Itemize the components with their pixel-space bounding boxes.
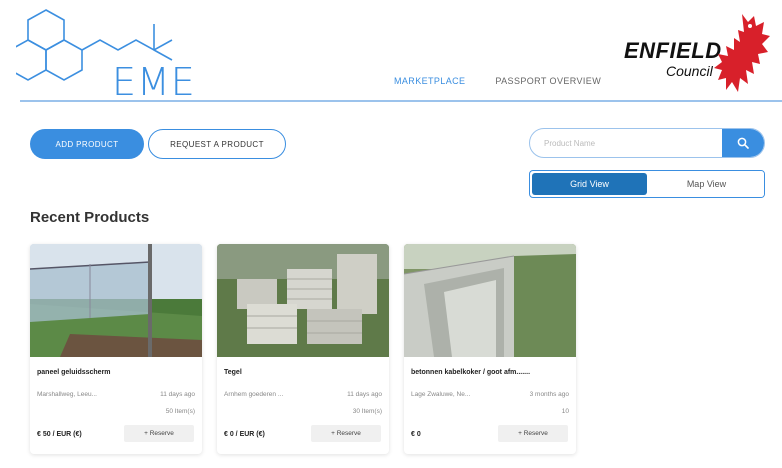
main-nav: MARKETPLACE PASSPORT OVERVIEW [394,76,601,86]
product-title[interactable]: Tegel [224,369,242,376]
product-time: 11 days ago [347,391,382,398]
logo-text: EME [112,60,196,104]
eme-logo[interactable]: EME [9,8,195,104]
product-image [404,244,576,357]
product-price: € 50 / EUR (€) [37,431,82,438]
product-location: Marshallweg, Leeu... [37,391,97,398]
nav-marketplace[interactable]: MARKETPLACE [394,76,465,86]
header: EME MARKETPLACE PASSPORT OVERVIEW ENFIEL… [0,0,782,104]
grid-view-button[interactable]: Grid View [532,173,647,195]
product-search [529,128,765,158]
product-title[interactable]: betonnen kabelkoker / goot afm....... [411,369,530,376]
reserve-button[interactable]: + Reserve [498,425,568,442]
product-items: 30 Item(s) [352,408,382,415]
enfield-council-logo: ENFIELD Council [624,10,774,98]
product-items: 10 [561,408,569,415]
council-sub: Council [666,63,713,79]
reserve-button[interactable]: + Reserve [311,425,381,442]
add-product-button[interactable]: ADD PRODUCT [30,129,144,159]
product-image [217,244,389,357]
product-price: € 0 / EUR (€) [224,431,265,438]
dragon-emblem-icon [714,14,770,92]
nav-passport-overview[interactable]: PASSPORT OVERVIEW [495,76,601,86]
search-icon [737,137,749,149]
request-product-button[interactable]: REQUEST A PRODUCT [148,129,286,159]
view-toggle: Grid View Map View [529,170,765,198]
search-button[interactable] [722,129,764,157]
product-time: 3 months ago [529,391,569,398]
section-title: Recent Products [30,209,150,226]
product-title[interactable]: paneel geluidsscherm [37,369,111,376]
product-location: Lage Zwaluwe, Ne... [411,391,471,398]
search-input[interactable] [530,129,724,157]
reserve-button[interactable]: + Reserve [124,425,194,442]
header-divider [20,100,782,102]
product-card[interactable]: Tegel Arnhem goederen ... 11 days ago 30… [217,244,389,454]
product-location: Arnhem goederen ... [224,391,284,398]
product-price: € 0 [411,431,421,438]
map-view-button[interactable]: Map View [649,171,764,197]
product-card[interactable]: betonnen kabelkoker / goot afm....... La… [404,244,576,454]
product-items: 50 Item(s) [165,408,195,415]
product-image [30,244,202,357]
product-time: 11 days ago [160,391,195,398]
council-name: ENFIELD [624,38,722,63]
product-card[interactable]: paneel geluidsscherm Marshallweg, Leeu..… [30,244,202,454]
